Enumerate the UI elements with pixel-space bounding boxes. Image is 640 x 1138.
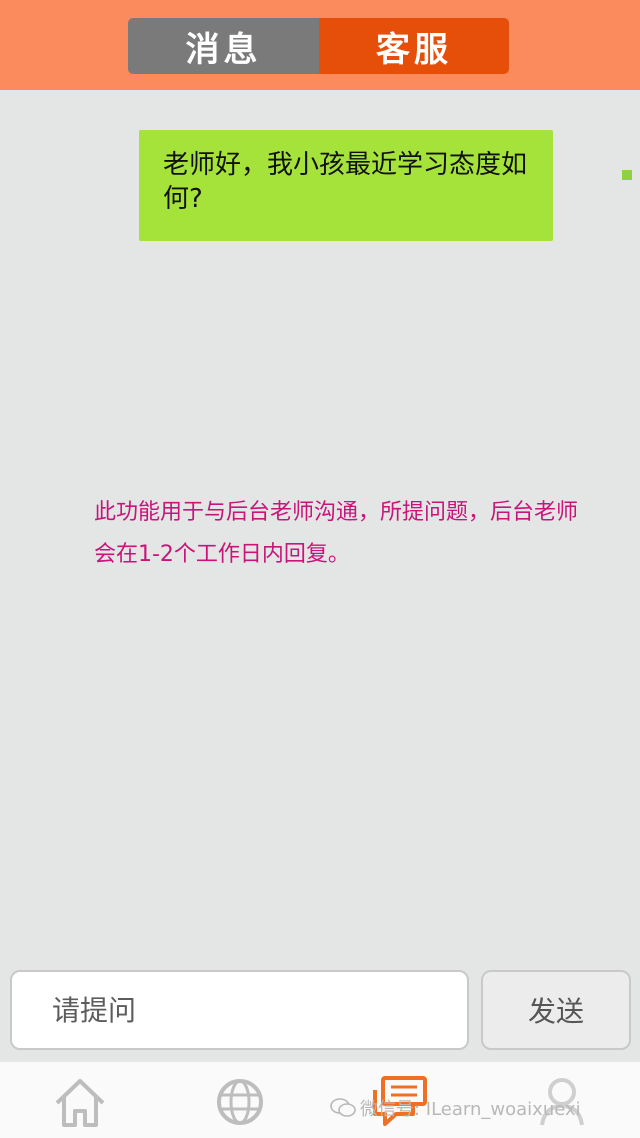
wechat-icon <box>330 1098 356 1117</box>
header-bar: 消息 客服 <box>0 0 640 90</box>
home-icon <box>55 1079 105 1127</box>
globe-icon <box>217 1079 263 1125</box>
question-input[interactable] <box>10 970 469 1050</box>
composer-bar: 发送 <box>0 962 640 1062</box>
watermark: 微信号: ILearn_woaixuexi <box>330 1094 581 1122</box>
watermark-text: 微信号: ILearn_woaixuexi <box>360 1099 581 1120</box>
tab-messages[interactable]: 消息 <box>128 18 319 74</box>
tab-home[interactable] <box>48 1072 112 1132</box>
message-bubble: 老师好，我小孩最近学习态度如何? <box>139 130 553 241</box>
tab-messages-label: 消息 <box>185 29 262 70</box>
tab-discover[interactable] <box>208 1072 272 1132</box>
message-text: 老师好，我小孩最近学习态度如何? <box>163 150 528 214</box>
tab-customer-service-label: 客服 <box>376 29 452 70</box>
chat-area: 老师好，我小孩最近学习态度如何? 此功能用于与后台老师沟通，所提问题，后台老师会… <box>0 90 640 962</box>
message-status-marker <box>622 170 632 180</box>
send-button[interactable]: 发送 <box>481 970 631 1050</box>
tab-customer-service[interactable]: 客服 <box>319 18 509 74</box>
service-notice: 此功能用于与后台老师沟通，所提问题，后台老师会在1-2个工作日内回复。 <box>94 500 579 567</box>
